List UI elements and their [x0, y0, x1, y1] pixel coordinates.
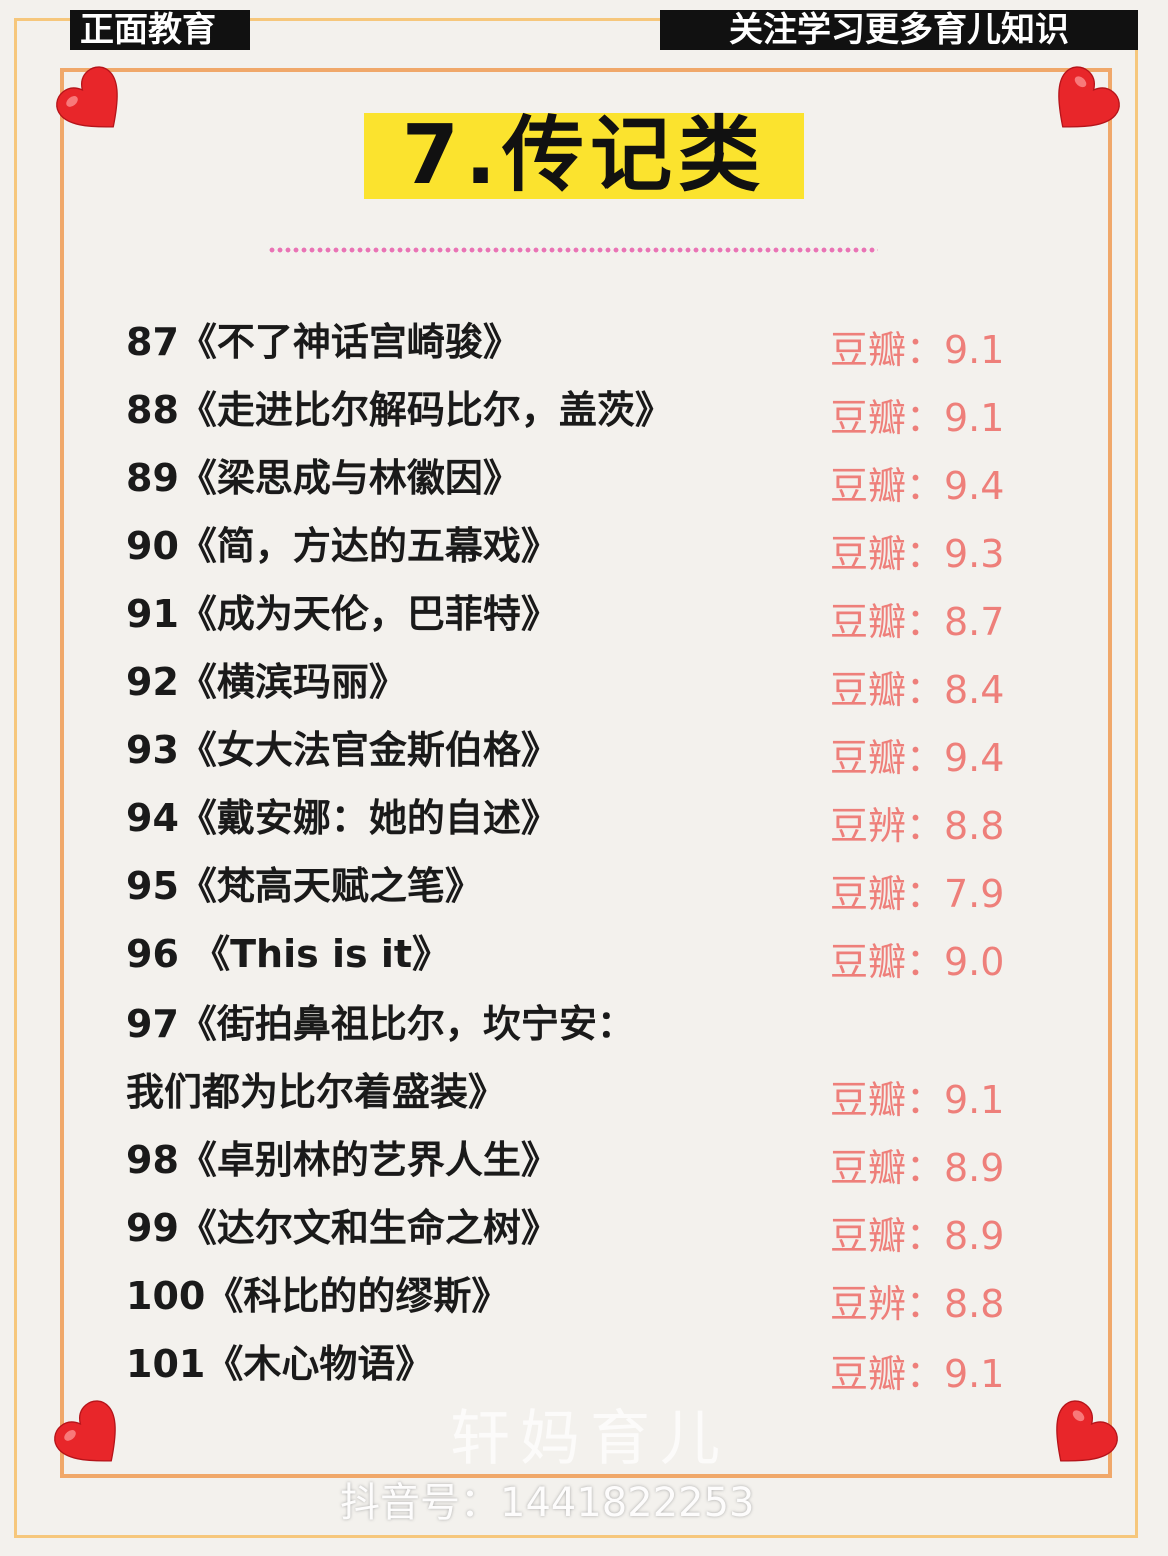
- book-title: 98《卓别林的艺界人生》: [126, 1138, 559, 1182]
- book-title: 88《走进比尔解码比尔，盖茨》: [126, 388, 673, 432]
- book-list: 87《不了神话宫崎骏》 豆瓣：9.1 88《走进比尔解码比尔，盖茨》 豆瓣：9.…: [0, 0, 1168, 1556]
- book-title: 91《成为天伦，巴菲特》: [126, 592, 559, 636]
- book-title: 92《横滨玛丽》: [126, 660, 407, 704]
- book-rating: 豆瓣：9.1: [830, 1078, 1005, 1122]
- book-title: 87《不了神话宫崎骏》: [126, 320, 521, 364]
- book-title: 97《街拍鼻祖比尔，坎宁安：: [126, 1002, 635, 1046]
- book-rating: 豆瓣：8.9: [830, 1214, 1005, 1258]
- watermark-name: 轩妈育儿: [450, 1404, 730, 1474]
- book-title: 101《木心物语》: [126, 1342, 434, 1386]
- book-rating: 豆瓣：8.7: [830, 600, 1005, 644]
- book-rating: 豆瓣：9.1: [830, 396, 1005, 440]
- book-title: 99《达尔文和生命之树》: [126, 1206, 559, 1250]
- watermark-douyin-id: 抖音号：1441822253: [340, 1480, 755, 1526]
- book-rating: 豆瓣：9.1: [830, 328, 1005, 372]
- book-rating: 豆瓣：7.9: [830, 872, 1005, 916]
- book-rating: 豆瓣：8.4: [830, 668, 1005, 712]
- book-title: 90《简，方达的五幕戏》: [126, 524, 559, 568]
- book-rating: 豆瓣：9.4: [830, 736, 1005, 780]
- book-rating: 豆瓣：9.1: [830, 1352, 1005, 1396]
- book-title: 95《梵高天赋之笔》: [126, 864, 483, 908]
- book-title: 100《科比的的缪斯》: [126, 1274, 510, 1318]
- book-rating: 豆瓣：9.3: [830, 532, 1005, 576]
- book-title: 89《梁思成与林徽因》: [126, 456, 521, 500]
- book-rating: 豆辨：8.8: [830, 1282, 1005, 1326]
- book-title: 我们都为比尔着盛装》: [126, 1070, 507, 1114]
- book-rating: 豆瓣：8.9: [830, 1146, 1005, 1190]
- book-rating: 豆辨：8.8: [830, 804, 1005, 848]
- book-rating: 豆瓣：9.0: [830, 940, 1005, 984]
- book-rating: 豆瓣：9.4: [830, 464, 1005, 508]
- book-title: 93《女大法官金斯伯格》: [126, 728, 559, 772]
- book-title: 94《戴安娜：她的自述》: [126, 796, 559, 840]
- book-title: 96 《This is it》: [126, 932, 451, 976]
